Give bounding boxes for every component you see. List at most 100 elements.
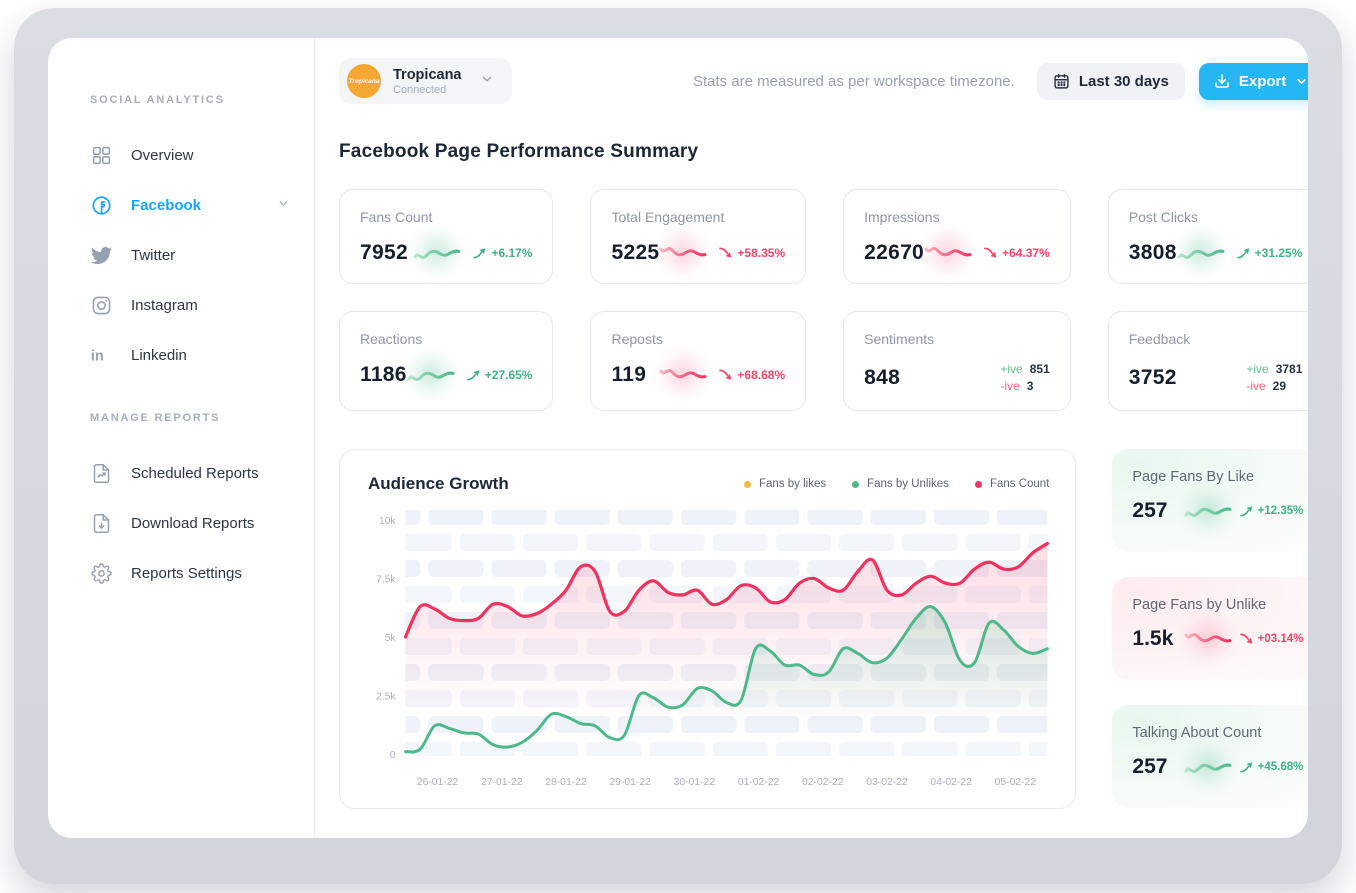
side-card-label: Page Fans By Like	[1132, 469, 1303, 485]
main-content: Tropicana Tropicana Connected Stats are …	[315, 38, 1308, 838]
sidebar-item-twitter[interactable]: Twitter	[90, 230, 314, 280]
sidebar-item-label: Facebook	[131, 197, 201, 214]
chevron-down-icon	[1295, 75, 1308, 88]
date-range-button[interactable]: Last 30 days	[1037, 63, 1185, 100]
account-status: Connected	[393, 84, 462, 96]
x-axis-tick: 29-01-22	[609, 777, 651, 788]
side-card-label: Page Fans by Unlike	[1132, 597, 1303, 613]
x-axis-tick: 28-01-22	[545, 777, 587, 788]
y-axis-tick: 5k	[385, 633, 397, 644]
side-card-value: 1.5k	[1132, 627, 1173, 651]
sentiment-negative-row: -ive29	[1246, 379, 1286, 393]
x-axis-tick: 26-01-22	[417, 777, 459, 788]
y-axis-tick: 0	[390, 750, 396, 761]
legend-item-fans-count[interactable]: Fans Count	[975, 478, 1049, 490]
side-card-value: 257	[1132, 499, 1167, 523]
sidebar-item-label: Scheduled Reports	[131, 465, 259, 482]
legend-item-fans-by-unlikes[interactable]: Fans by Unlikes	[852, 478, 949, 490]
facebook-icon	[90, 194, 112, 216]
avatar: Tropicana	[347, 64, 381, 98]
calendar-icon	[1053, 73, 1070, 90]
stat-card: Reposts119 +68.68%	[590, 311, 806, 411]
side-stat-card: Page Fans by Unlike 1.5k +03.14%	[1112, 577, 1308, 680]
export-label: Export	[1239, 73, 1287, 90]
legend-item-fans-by-likes[interactable]: Fans by likes	[744, 478, 826, 490]
sidebar: SOCIAL ANALYTICSOverviewFacebookTwitterI…	[48, 38, 315, 838]
stat-card-label: Reactions	[360, 331, 532, 347]
x-axis-tick: 03-02-22	[866, 777, 908, 788]
sentiment-positive-row: +ive3781	[1246, 362, 1302, 376]
chevron-down-icon	[277, 197, 290, 214]
doc-download-icon	[90, 512, 112, 534]
window-frame: SOCIAL ANALYTICSOverviewFacebookTwitterI…	[14, 8, 1342, 884]
x-axis-tick: 05-02-22	[995, 777, 1037, 788]
sidebar-item-instagram[interactable]: Instagram	[90, 280, 314, 330]
trend-delta: +31.25%	[1255, 246, 1303, 260]
sidebar-item-label: Linkedin	[131, 347, 187, 364]
trend-arrow-down-icon	[719, 247, 732, 259]
stat-card-grid: Fans Count7952 +6.17%Total Engagement522…	[339, 189, 1308, 411]
trend-delta: +27.65%	[485, 368, 533, 382]
stat-card-label: Feedback	[1129, 331, 1303, 347]
x-axis-tick: 01-02-22	[738, 777, 780, 788]
trend-arrow-up-icon	[473, 247, 486, 259]
side-card-column: Page Fans By Like 257 +12.35% Page Fans …	[1112, 449, 1308, 809]
page-title: Facebook Page Performance Summary	[339, 141, 1308, 163]
stat-card-label: Total Engagement	[611, 209, 785, 225]
chevron-down-icon	[480, 72, 494, 91]
avatar-text: Tropicana	[349, 78, 380, 85]
sidebar-item-reports-settings[interactable]: Reports Settings	[90, 548, 314, 598]
chart-title: Audience Growth	[368, 474, 509, 494]
timezone-note: Stats are measured as per workspace time…	[693, 73, 1015, 90]
side-stat-card: Talking About Count 257 +45.68%	[1112, 705, 1308, 808]
date-range-label: Last 30 days	[1079, 73, 1169, 90]
sidebar-item-overview[interactable]: Overview	[90, 130, 314, 180]
trend-sparkline-icon	[924, 240, 972, 266]
gear-icon	[90, 562, 112, 584]
chart-legend: Fans by likes Fans by Unlikes Fans Count	[744, 478, 1049, 490]
sidebar-item-scheduled-reports[interactable]: Scheduled Reports	[90, 448, 314, 498]
svg-text:in: in	[91, 348, 104, 364]
side-card-label: Talking About Count	[1132, 725, 1303, 741]
trend-delta: +68.68%	[737, 368, 785, 382]
sidebar-item-label: Reports Settings	[131, 565, 242, 582]
sidebar-item-label: Overview	[131, 147, 194, 164]
dashboard: SOCIAL ANALYTICSOverviewFacebookTwitterI…	[48, 38, 1308, 838]
x-axis-tick: 27-01-22	[481, 777, 523, 788]
sentiment-positive-row: +ive851	[1000, 362, 1049, 376]
stat-card-value: 22670	[864, 241, 924, 265]
trend-arrow-up-icon	[467, 369, 480, 381]
export-button[interactable]: Export	[1199, 63, 1308, 100]
y-axis-tick: 10k	[379, 516, 396, 527]
trend-delta: +58.35%	[737, 246, 785, 260]
stat-card-label: Fans Count	[360, 209, 532, 225]
trend-arrow-up-icon	[1240, 761, 1253, 773]
trend-delta: +12.35%	[1258, 505, 1304, 517]
y-axis-tick: 7.5k	[376, 574, 396, 585]
trend-sparkline-icon	[1184, 626, 1230, 652]
trend-arrow-down-icon	[984, 247, 997, 259]
x-axis-tick: 04-02-22	[930, 777, 972, 788]
trend-arrow-down-icon	[1240, 633, 1253, 645]
sidebar-item-facebook[interactable]: Facebook	[90, 180, 314, 230]
stat-card: Post Clicks3808 +31.25%	[1108, 189, 1308, 284]
sidebar-item-download-reports[interactable]: Download Reports	[90, 498, 314, 548]
stat-card: Sentiments848 +ive851 -ive3	[843, 311, 1071, 411]
x-axis-tick: 02-02-22	[802, 777, 844, 788]
trend-sparkline-icon	[659, 240, 707, 266]
legend-dot	[852, 481, 859, 488]
trend-sparkline-icon	[659, 362, 707, 388]
trend-sparkline-icon	[1177, 240, 1225, 266]
sidebar-item-linkedin[interactable]: in Linkedin	[90, 330, 314, 380]
stat-card-value: 5225	[611, 241, 659, 265]
legend-dot	[975, 481, 982, 488]
sentiment-negative-row: -ive3	[1000, 379, 1033, 393]
sidebar-item-label: Instagram	[131, 297, 198, 314]
stat-card-value: 7952	[360, 241, 408, 265]
stat-card-label: Reposts	[611, 331, 785, 347]
trend-sparkline-icon	[1184, 498, 1230, 524]
audience-growth-chart: 10k7.5k5k2.5k026-01-2227-01-2228-01-2229…	[362, 504, 1053, 794]
stat-card-value: 848	[864, 366, 900, 390]
trend-arrow-up-icon	[1237, 247, 1250, 259]
account-selector[interactable]: Tropicana Tropicana Connected	[339, 58, 512, 104]
